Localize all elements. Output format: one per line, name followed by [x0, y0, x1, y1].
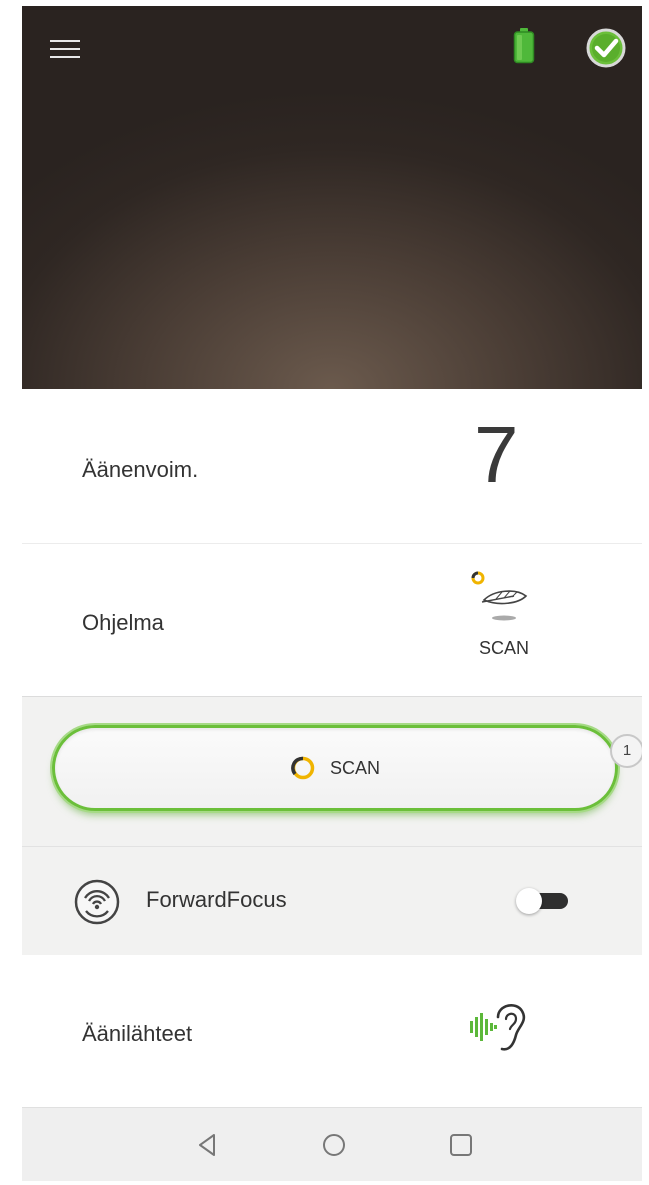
- volume-value: 7: [474, 410, 519, 499]
- program-label: Ohjelma: [82, 610, 164, 635]
- scan-button[interactable]: SCAN 1: [52, 725, 642, 811]
- hero-header: [22, 6, 642, 389]
- forward-focus-label: ForwardFocus: [146, 887, 287, 912]
- battery-full-icon: [513, 28, 535, 64]
- program-value: SCAN: [478, 638, 529, 658]
- scan-count-badge: 1: [610, 734, 642, 768]
- scan-button-label: SCAN: [329, 757, 380, 778]
- system-navbar: [22, 1107, 642, 1181]
- feather-scan-icon: [471, 571, 528, 621]
- program-indicator: SCAN: [464, 566, 544, 666]
- volume-label: Äänenvoim.: [82, 457, 199, 482]
- ear-sound-icon[interactable]: [468, 997, 536, 1057]
- sound-sources-label: Äänilähteet: [82, 1021, 193, 1046]
- hamburger-menu-icon[interactable]: [50, 38, 80, 60]
- check-circle-icon[interactable]: [586, 28, 626, 68]
- home-circle-icon[interactable]: [319, 1130, 349, 1160]
- scan-panel: SCAN 1: [22, 696, 642, 847]
- loading-ring-icon: [291, 756, 315, 780]
- forward-focus-icon: [74, 879, 120, 925]
- sound-sources-row[interactable]: Äänilähteet: [22, 955, 642, 1107]
- volume-row[interactable]: Äänenvoim. 7: [22, 389, 642, 544]
- app-frame: Äänenvoim. 7 Ohjelma SCAN SCAN 1 Forward…: [22, 6, 642, 1181]
- back-triangle-icon[interactable]: [192, 1130, 222, 1160]
- forward-focus-row: ForwardFocus: [22, 846, 642, 956]
- program-row[interactable]: Ohjelma SCAN: [22, 544, 642, 696]
- forward-focus-toggle[interactable]: [516, 888, 568, 914]
- recents-square-icon[interactable]: [446, 1130, 476, 1160]
